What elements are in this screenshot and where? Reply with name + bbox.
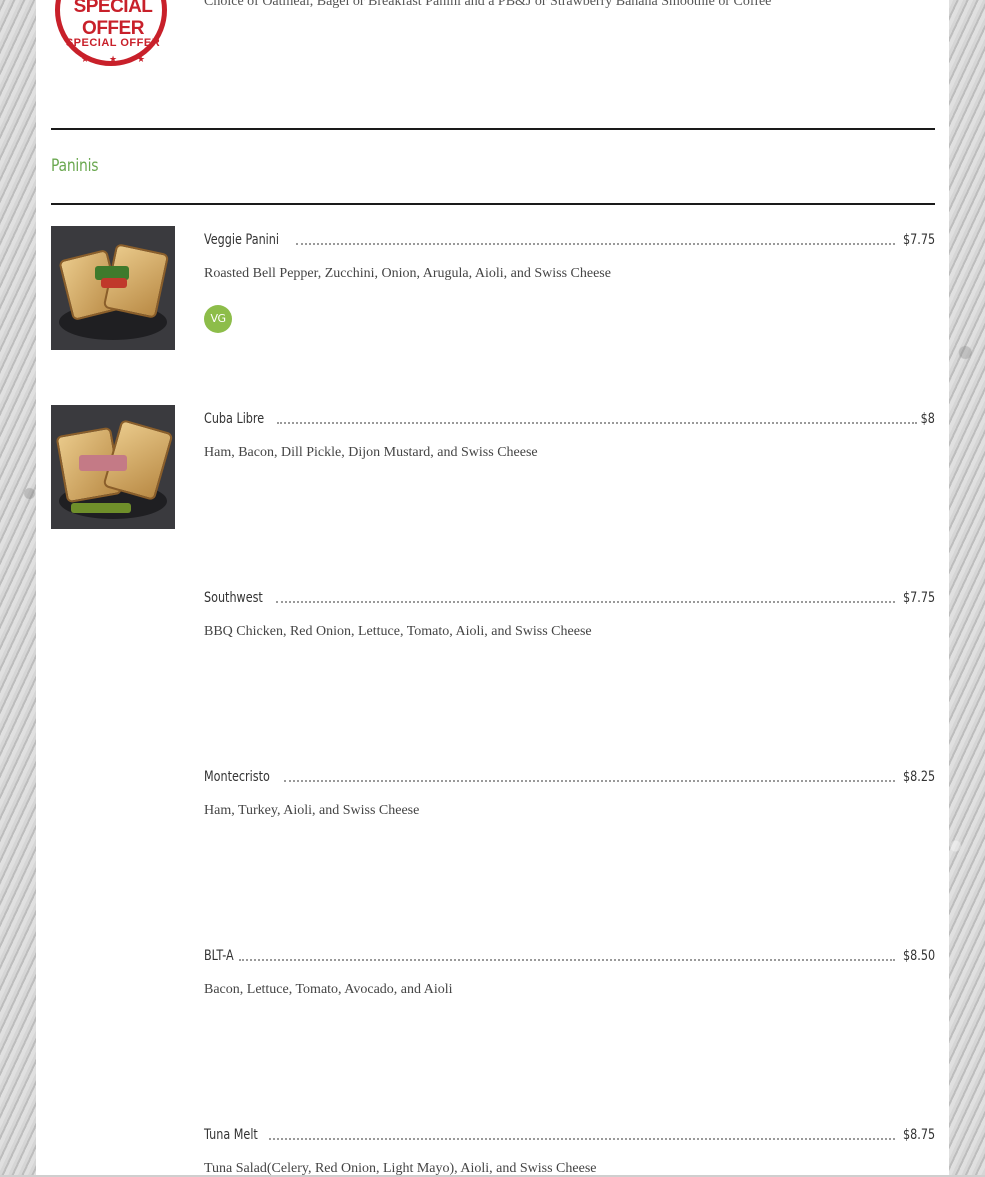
- vegetarian-badge-icon: VG: [204, 305, 232, 333]
- item-price: $8.25: [902, 769, 935, 785]
- filling-shape: [79, 455, 127, 471]
- cuba-libre-photo[interactable]: [51, 405, 175, 529]
- section-title: Paninis: [51, 156, 99, 176]
- item-name: BLT-A: [204, 948, 234, 964]
- special-offer-seal-text-small: SPECIAL OFFER: [65, 37, 161, 49]
- item-description: Bacon, Lettuce, Tomato, Avocado, and Aio…: [204, 982, 453, 997]
- menu-item[interactable]: Cuba Libre $8 Ham, Bacon, Dill Pickle, D…: [36, 405, 949, 575]
- veggie-panini-photo[interactable]: [51, 226, 175, 350]
- menu-item[interactable]: Tuna Melt $8.75 Tuna Salad(Celery, Red O…: [36, 1121, 949, 1176]
- item-description: Ham, Bacon, Dill Pickle, Dijon Mustard, …: [204, 445, 538, 460]
- star-icon: ★: [109, 54, 118, 64]
- dot-leader: [295, 243, 895, 245]
- item-header: Veggie Panini $7.75: [204, 226, 935, 248]
- item-description: Ham, Turkey, Aioli, and Swiss Cheese: [204, 803, 420, 818]
- menu-item[interactable]: BLT-A $8.50 Bacon, Lettuce, Tomato, Avoc…: [36, 942, 949, 1112]
- item-name: Veggie Panini: [204, 232, 279, 248]
- item-name: Tuna Melt: [204, 1127, 258, 1143]
- item-description: Roasted Bell Pepper, Zucchini, Onion, Ar…: [204, 266, 611, 281]
- menu-item[interactable]: Veggie Panini $7.75 Roasted Bell Pepper,…: [36, 226, 949, 396]
- menu-item[interactable]: Montecristo $8.25 Ham, Turkey, Aioli, an…: [36, 763, 949, 933]
- item-header: Montecristo $8.25: [204, 763, 935, 785]
- dot-leader: [239, 959, 895, 961]
- item-price: $8.50: [902, 948, 935, 964]
- item-description: BBQ Chicken, Red Onion, Lettuce, Tomato,…: [204, 624, 592, 639]
- section-divider-top: [51, 128, 935, 130]
- item-name: Cuba Libre: [204, 411, 265, 427]
- item-name: Southwest: [204, 590, 263, 606]
- star-icon: ★: [81, 54, 90, 64]
- filling-shape: [101, 278, 127, 288]
- dot-leader: [269, 1138, 895, 1140]
- item-price: $7.75: [902, 590, 935, 606]
- item-header: Southwest $7.75: [204, 584, 935, 606]
- filling-shape: [71, 503, 131, 513]
- item-price: $8.75: [902, 1127, 935, 1143]
- menu-item[interactable]: Southwest $7.75 BBQ Chicken, Red Onion, …: [36, 584, 949, 754]
- special-offer-description: Choice of Oatmeal, Bagel or Breakfast Pa…: [204, 0, 772, 9]
- item-price: $8: [920, 411, 935, 427]
- item-header: BLT-A $8.50: [204, 942, 935, 964]
- dot-leader: [284, 780, 895, 782]
- special-offer-image[interactable]: SPECIAL OFFER SPECIAL OFFER ★ ★ ★: [51, 0, 175, 74]
- section-divider-bottom: [51, 203, 935, 205]
- item-price: $7.75: [902, 232, 935, 248]
- dot-leader: [277, 422, 918, 424]
- dot-leader: [275, 601, 895, 603]
- star-icon: ★: [137, 54, 146, 64]
- item-header: Cuba Libre $8: [204, 405, 935, 427]
- item-name: Montecristo: [204, 769, 270, 785]
- menu-panel: SPECIAL OFFER SPECIAL OFFER ★ ★ ★ Choice…: [36, 0, 949, 1176]
- item-header: Tuna Melt $8.75: [204, 1121, 935, 1143]
